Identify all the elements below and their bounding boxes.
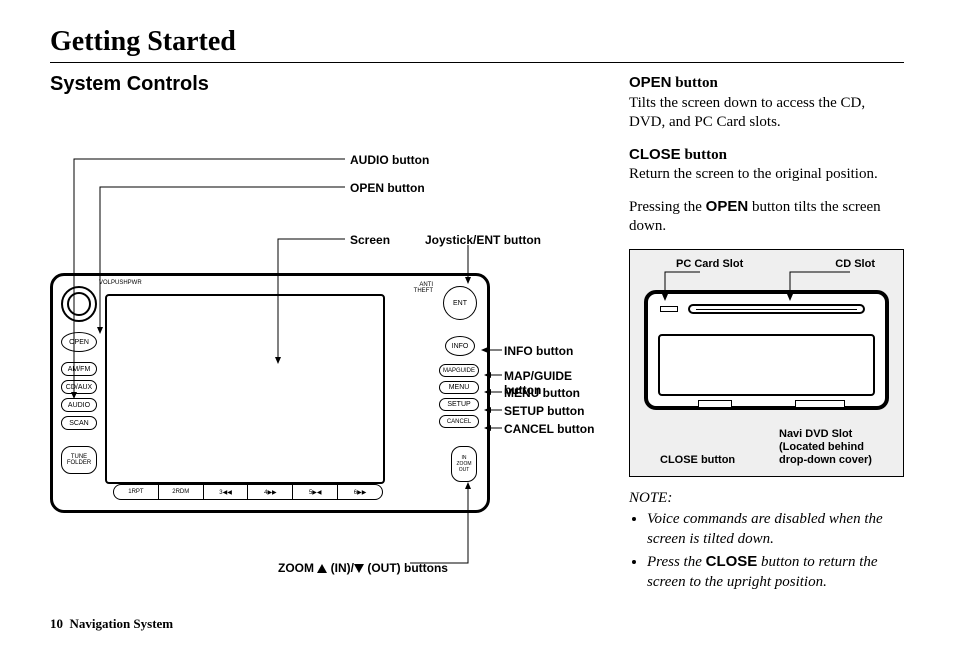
tune-button: TUNE FOLDER <box>61 446 97 474</box>
antitheft-label: ANTI THEFT <box>414 282 433 294</box>
callout-menu: MENU button <box>504 386 580 400</box>
console-diagram: VOLPUSHPWR ANTI THEFT OPEN AM/FM CD/AUX … <box>50 273 490 513</box>
zoom-prefix: ZOOM <box>278 561 317 575</box>
display-screen <box>105 294 385 484</box>
inset-screen <box>658 334 875 396</box>
callout-screen: Screen <box>350 233 390 247</box>
triangle-down-icon <box>354 564 364 573</box>
zoom-out-text: (OUT) buttons <box>364 561 448 575</box>
callout-cancel: CANCEL button <box>504 422 594 436</box>
dvd-cover <box>795 400 845 408</box>
press-pre: Pressing the <box>629 199 706 215</box>
preset-2: 2RDM <box>159 485 204 499</box>
preset-1: 1RPT <box>114 485 159 499</box>
audio-button: AUDIO <box>61 398 97 412</box>
setup-button: SETUP <box>439 398 479 411</box>
inset-cd-label: CD Slot <box>835 258 875 270</box>
close-button-icon <box>698 400 732 408</box>
open-button: OPEN <box>61 332 97 352</box>
close-rest: button <box>681 147 727 163</box>
menu-button: MENU <box>439 381 479 394</box>
inset-dvd-label: Navi DVD Slot (Located behind drop-down … <box>779 428 889 468</box>
amfm-button: AM/FM <box>61 362 97 376</box>
note-1: Voice commands are disabled when the scr… <box>647 510 904 549</box>
inset-pc-label: PC Card Slot <box>676 258 743 270</box>
close-bold: CLOSE <box>629 146 681 163</box>
preset-row: 1RPT 2RDM 3◀◀ 4▶▶ 5▶◀ 6▶▶ <box>113 484 383 500</box>
open-rest: button <box>672 75 718 91</box>
page-title: Getting Started <box>50 26 904 63</box>
volume-knob <box>61 286 97 322</box>
pc-card-slot <box>660 306 678 312</box>
preset-6: 6▶▶ <box>338 485 382 499</box>
inset-unit <box>644 290 889 410</box>
callout-open: OPEN button <box>350 181 425 195</box>
close-heading: CLOSE button <box>629 145 904 166</box>
note2-pre: Press the <box>647 554 706 570</box>
footer-label: Navigation System <box>70 616 174 631</box>
right-column: OPEN button Tilts the screen down to acc… <box>629 73 904 595</box>
inset-close-label: CLOSE button <box>660 454 735 466</box>
callout-info: INFO button <box>504 344 573 358</box>
press-bold: OPEN <box>706 198 749 215</box>
note2-bold: CLOSE <box>706 553 758 570</box>
close-body: Return the screen to the original positi… <box>629 165 904 185</box>
cdaux-button: CD/AUX <box>61 380 97 394</box>
open-body: Tilts the screen down to access the CD, … <box>629 94 904 133</box>
scan-button: SCAN <box>61 416 97 430</box>
inset-diagram: PC Card Slot CD Slot CLOSE button Navi D… <box>629 249 904 477</box>
callout-setup: SETUP button <box>504 404 584 418</box>
open-heading: OPEN button <box>629 73 904 94</box>
zoom-in-text: (IN)/ <box>327 561 354 575</box>
open-bold: OPEN <box>629 74 672 91</box>
vol-label: VOLPUSHPWR <box>99 280 142 286</box>
page-footer: 10 Navigation System <box>50 616 173 632</box>
section-title: System Controls <box>50 73 599 96</box>
preset-5: 5▶◀ <box>293 485 338 499</box>
press-line: Pressing the OPEN button tilts the scree… <box>629 197 904 237</box>
preset-3: 3◀◀ <box>204 485 249 499</box>
note-list: Voice commands are disabled when the scr… <box>629 510 904 592</box>
callout-audio: AUDIO button <box>350 153 429 167</box>
zoom-button: IN ZOOM OUT <box>451 446 477 482</box>
callout-zoom: ZOOM (IN)/ (OUT) buttons <box>278 561 448 575</box>
cancel-button: CANCEL <box>439 415 479 428</box>
note-title: NOTE: <box>629 489 904 509</box>
callout-joystick: Joystick/ENT button <box>425 233 541 247</box>
footer-page-num: 10 <box>50 616 63 631</box>
mapguide-button: MAPGUIDE <box>439 364 479 377</box>
cd-slot <box>688 304 865 314</box>
left-column: System Controls AUDIO button OPEN button… <box>50 73 599 595</box>
ent-button: ENT <box>443 286 477 320</box>
info-button: INFO <box>445 336 475 356</box>
note-2: Press the CLOSE button to return the scr… <box>647 552 904 592</box>
preset-4: 4▶▶ <box>248 485 293 499</box>
triangle-up-icon <box>317 564 327 573</box>
